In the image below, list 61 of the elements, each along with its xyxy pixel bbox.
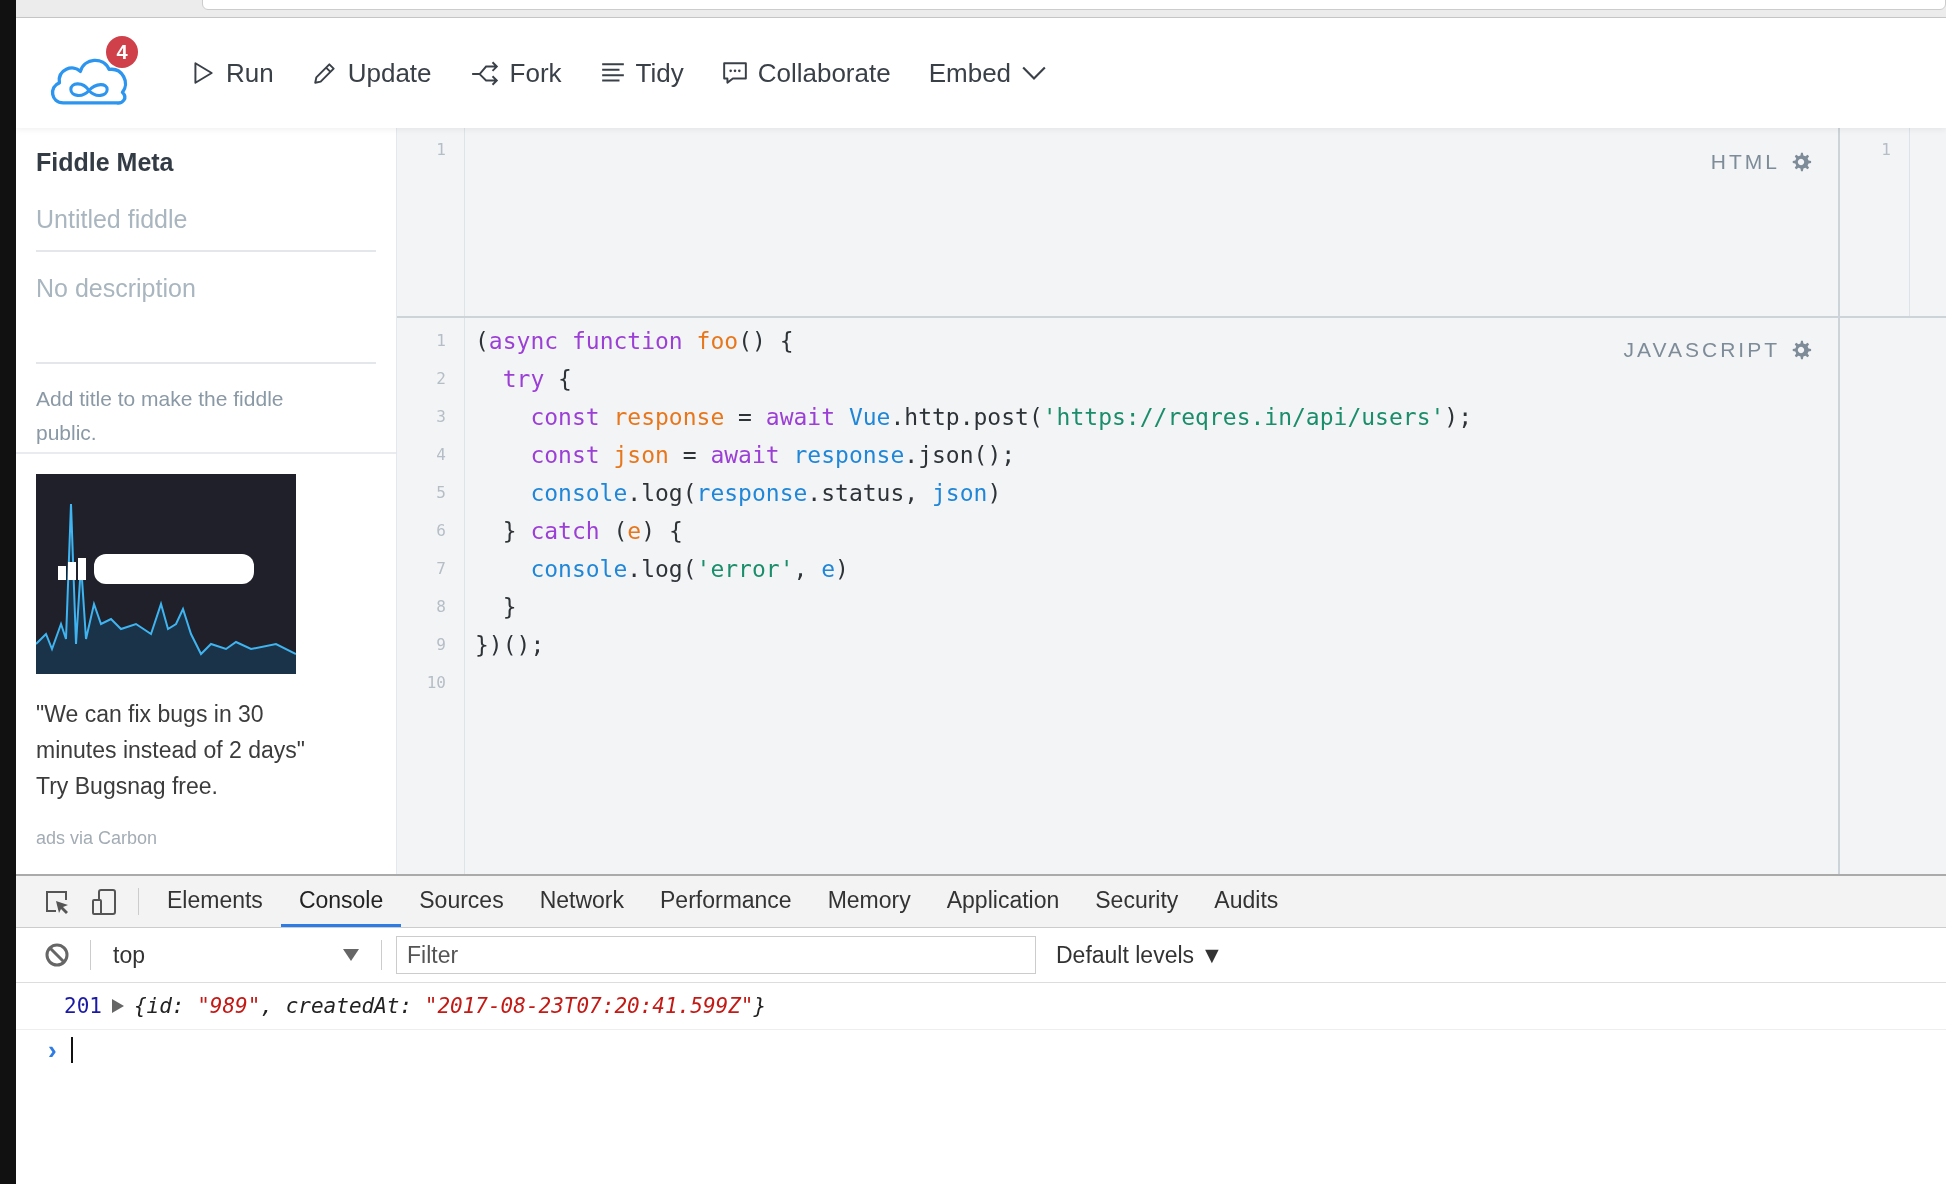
line-number: 4	[435, 444, 447, 466]
line-number: 10	[425, 672, 447, 694]
chat-icon	[721, 60, 748, 86]
code-line: (async function foo() {	[475, 328, 794, 354]
line-number: 3	[435, 406, 447, 428]
devtools-tab[interactable]: Security	[1077, 876, 1197, 927]
levels-dropdown[interactable]: Default levels ▼	[1050, 940, 1230, 970]
line-number: 5	[435, 482, 447, 504]
toolbar-button[interactable]: Embed	[924, 51, 1052, 95]
devtools-tab[interactable]: Audits	[1196, 876, 1297, 927]
code-line: console.log(response.status, json)	[529, 480, 1002, 506]
inspect-icon[interactable]	[44, 888, 70, 915]
code-line: } catch (e) {	[501, 518, 683, 544]
code-line: try {	[501, 366, 572, 392]
code-line: })();	[475, 632, 545, 658]
line-number: 7	[435, 558, 447, 580]
context-dropdown[interactable]: top	[101, 941, 371, 969]
toolbar-button[interactable]: Run	[186, 51, 278, 95]
chevron-down-icon	[1021, 65, 1048, 81]
line-number: 8	[435, 596, 447, 618]
code-line: }	[501, 594, 517, 620]
pencil-icon	[311, 60, 338, 86]
toolbar-button[interactable]: Update	[307, 51, 436, 95]
panel-label: JAVASCRIPT	[1623, 338, 1780, 362]
filter-field[interactable]: Filter	[396, 936, 1036, 974]
code-line: console.log('error', e)	[529, 556, 849, 582]
text-cursor	[70, 1037, 73, 1063]
toolbar-button[interactable]: Tidy	[595, 51, 688, 95]
line-number: 1	[435, 330, 447, 352]
devtools-tab[interactable]: Performance	[642, 876, 810, 927]
notification-badge: 4	[106, 36, 138, 68]
line-number: 2	[435, 368, 447, 390]
line-number: 1	[435, 142, 447, 161]
fork-icon	[469, 60, 500, 86]
devtools-tab[interactable]: Network	[521, 876, 642, 927]
console-prompt: ›	[48, 1034, 57, 1066]
code-line: const json = await response.json();	[529, 442, 1016, 468]
line-number: 1	[1880, 142, 1892, 161]
devtools-tab[interactable]: Sources	[401, 876, 522, 927]
toolbar-button[interactable]: Collaborate	[717, 51, 895, 95]
dropdown-triangle-icon	[343, 949, 359, 961]
expand-triangle-icon[interactable]	[111, 999, 124, 1013]
devtools-tab[interactable]: Memory	[809, 876, 929, 927]
ad-call-to-action[interactable]: Try Bugsnag free.	[36, 768, 346, 804]
ad-quote[interactable]: "We can fix bugs in 30 minutes instead of 2 days"	[36, 696, 346, 768]
device-icon[interactable]	[90, 887, 118, 916]
devtools-tab[interactable]: Elements	[149, 876, 281, 927]
devtools-tab[interactable]: Application	[928, 876, 1078, 927]
line-number: 6	[435, 520, 447, 542]
panel-label: HTML	[1710, 150, 1780, 174]
toolbar-button[interactable]: Fork	[465, 51, 566, 95]
code-line: const response = await Vue.http.post('https://reqres.in/api/users');	[529, 404, 1473, 430]
settings-icon[interactable]	[1790, 339, 1812, 361]
devtools-tab[interactable]: Console	[280, 876, 402, 927]
clear-console-icon[interactable]	[44, 942, 70, 968]
line-number: 9	[435, 634, 447, 656]
hint-text: Add title to make the fiddle public.	[36, 386, 285, 446]
log-object[interactable]: {id: "989", createdAt: "2017-08-23T07:20:41.599Z"}	[133, 994, 767, 1018]
settings-icon[interactable]	[1790, 151, 1812, 173]
sidebar-heading: Fiddle Meta	[36, 148, 175, 177]
log-status: 201	[64, 994, 102, 1018]
